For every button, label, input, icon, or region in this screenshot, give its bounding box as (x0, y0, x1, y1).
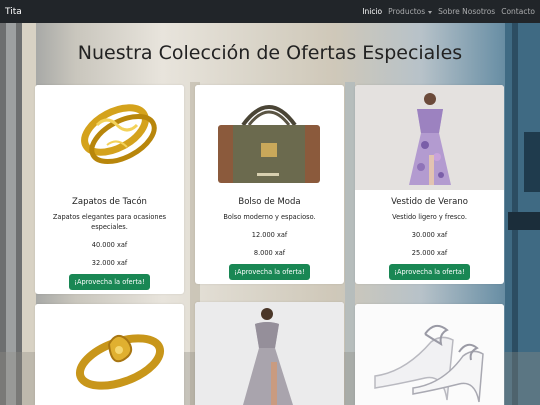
offer-button[interactable]: ¡Aprovecha la oferta! (389, 264, 470, 281)
product-description: Vestido ligero y fresco. (392, 213, 467, 221)
product-card: Vestido de Verano Vestido ligero y fresc… (355, 85, 504, 284)
nav-link-inicio[interactable]: Inicio (362, 7, 382, 16)
top-navbar: Tita Inicio Productos Sobre Nosotros Con… (0, 0, 540, 23)
brown-handbag-image (195, 85, 344, 190)
product-card (355, 304, 504, 405)
product-card: Zapatos de Tacón Zapatos elegantes para … (35, 85, 184, 294)
nav-link-contacto[interactable]: Contacto (501, 7, 535, 16)
product-new-price: 8.000 xaf (253, 249, 286, 258)
product-card (35, 304, 184, 405)
gold-ornate-ring-image (35, 304, 184, 405)
chevron-down-icon (428, 10, 433, 14)
offer-button[interactable]: ¡Aprovecha la oferta! (69, 274, 150, 291)
page-title: Nuestra Colección de Ofertas Especiales (77, 42, 463, 64)
product-card (195, 302, 344, 405)
nav-links: Inicio Productos Sobre Nosotros Contacto (362, 7, 535, 16)
product-new-price: 32.000 xaf (91, 259, 128, 268)
product-new-price: 25.000 xaf (411, 249, 448, 258)
gold-ring-image (35, 85, 184, 190)
product-old-price: 12.000 xaf (251, 231, 288, 240)
grey-gown-image (195, 302, 344, 405)
product-title: Vestido de Verano (391, 197, 468, 207)
product-old-price: 40.000 xaf (91, 241, 128, 250)
floral-dress-image (355, 85, 504, 190)
product-card: Bolso de Moda Bolso moderno y espacioso.… (195, 85, 344, 284)
offer-button[interactable]: ¡Aprovecha la oferta! (229, 264, 310, 281)
product-title: Zapatos de Tacón (72, 197, 147, 207)
nav-link-productos-label: Productos (388, 7, 426, 16)
nav-link-sobre-nosotros[interactable]: Sobre Nosotros (438, 7, 495, 16)
silver-heels-image (355, 304, 504, 405)
product-title: Bolso de Moda (238, 197, 301, 207)
product-description: Bolso moderno y espacioso. (223, 213, 316, 221)
product-description: Zapatos elegantes para ocasiones especia… (52, 213, 167, 232)
product-old-price: 30.000 xaf (411, 231, 448, 240)
brand-logo[interactable]: Tita (5, 7, 22, 17)
nav-link-productos[interactable]: Productos (388, 7, 433, 16)
